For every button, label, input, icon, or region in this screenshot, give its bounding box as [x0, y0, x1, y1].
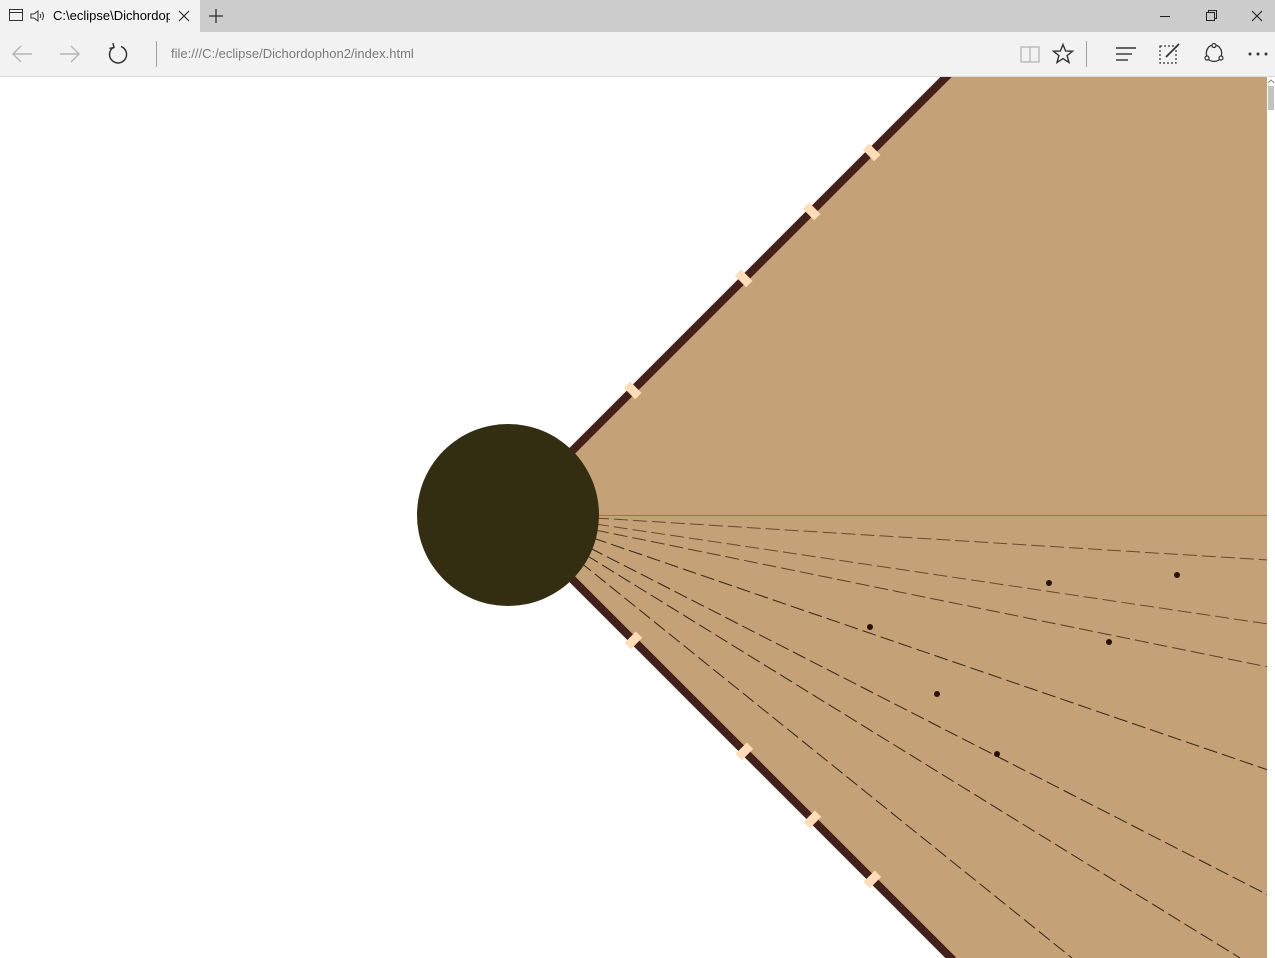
dichordophon-canvas[interactable]: [0, 77, 1275, 958]
marker-dot[interactable]: [1106, 639, 1112, 645]
title-bar: C:\eclipse\Dichordophon2\index.html: [0, 0, 1275, 32]
scrollbar-thumb[interactable]: [1268, 86, 1274, 110]
plus-icon[interactable]: [208, 8, 224, 24]
speaker-icon[interactable]: [30, 9, 46, 23]
refresh-icon[interactable]: [106, 42, 130, 66]
pen-note-icon[interactable]: [1158, 42, 1182, 66]
marker-dot[interactable]: [867, 624, 873, 630]
tab-title: C:\eclipse\Dichordophon2\index.html: [53, 8, 170, 23]
address-separator: [156, 41, 157, 67]
page-content: [0, 77, 1275, 958]
ellipsis-icon[interactable]: [1246, 42, 1270, 66]
vertical-scrollbar[interactable]: [1267, 77, 1275, 958]
tab-page-icon: [9, 9, 23, 21]
arrow-right-icon[interactable]: [58, 42, 82, 66]
toolbar-separator: [1086, 41, 1087, 67]
star-icon[interactable]: [1051, 42, 1075, 66]
instrument-body: [508, 77, 1268, 958]
book-icon[interactable]: [1018, 42, 1042, 66]
navigation-bar: file:///C:/eclipse/Dichordophon2/index.h…: [0, 32, 1275, 77]
marker-dot[interactable]: [1174, 572, 1180, 578]
close-icon[interactable]: [1234, 0, 1275, 32]
restore-icon[interactable]: [1188, 0, 1234, 32]
address-bar[interactable]: file:///C:/eclipse/Dichordophon2/index.h…: [171, 46, 414, 61]
close-icon[interactable]: [177, 9, 191, 23]
share-icon[interactable]: [1202, 42, 1226, 66]
instrument-hub[interactable]: [417, 424, 599, 606]
hub-icon[interactable]: [1114, 42, 1138, 66]
minimize-icon[interactable]: [1142, 0, 1188, 32]
browser-tab[interactable]: C:\eclipse\Dichordophon2\index.html: [0, 0, 200, 32]
marker-dot[interactable]: [934, 691, 940, 697]
chevron-up-icon[interactable]: [1267, 77, 1275, 85]
marker-dot[interactable]: [994, 751, 1000, 757]
marker-dot[interactable]: [1046, 580, 1052, 586]
arrow-left-icon[interactable]: [10, 42, 34, 66]
